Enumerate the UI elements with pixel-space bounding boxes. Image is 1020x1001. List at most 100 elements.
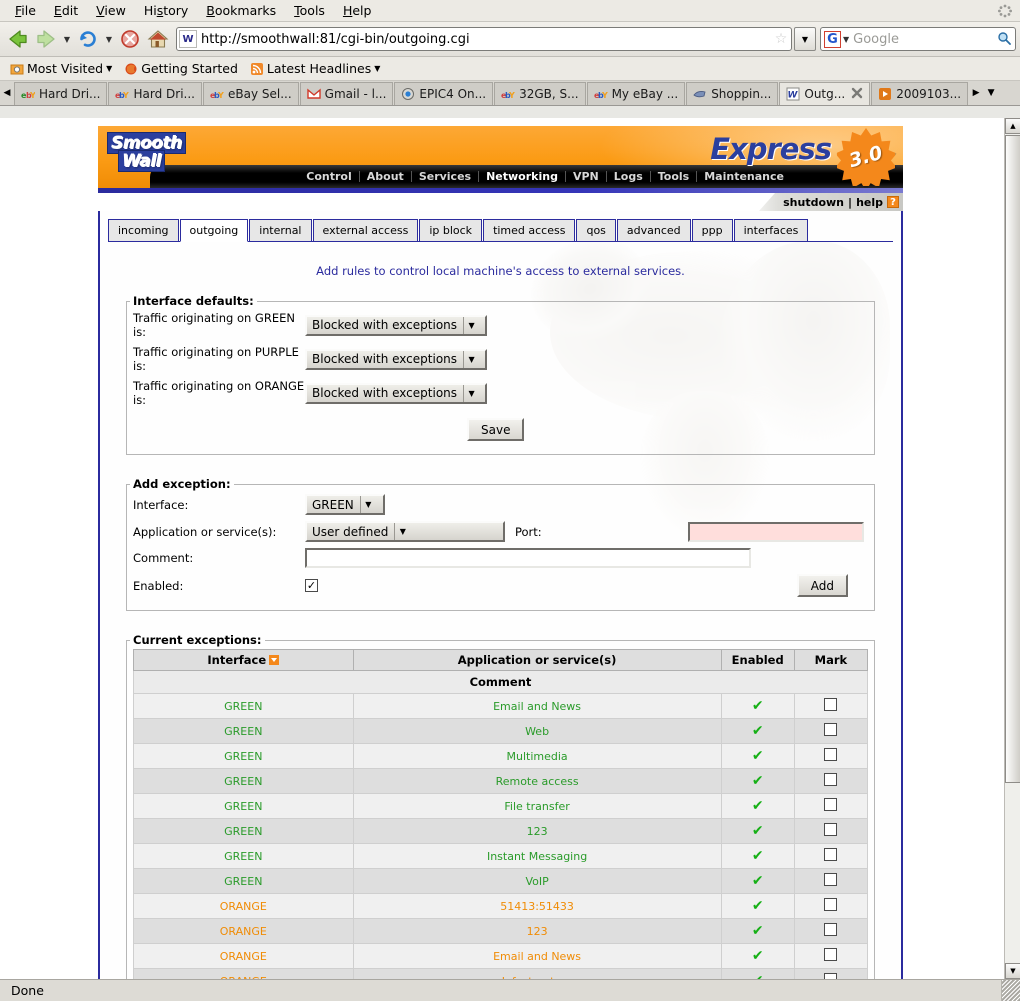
search-input[interactable]: Google (849, 32, 993, 47)
tab-ppp[interactable]: ppp (692, 219, 733, 241)
back-button[interactable] (4, 25, 32, 53)
resize-grip[interactable] (1002, 980, 1020, 1001)
page-scrollbar[interactable]: ▲ ▼ (1004, 118, 1020, 979)
menu-edit[interactable]: Edit (45, 1, 87, 20)
sort-descending-icon[interactable] (269, 655, 279, 665)
nav-networking[interactable]: Networking (479, 171, 566, 182)
orange-default-select[interactable]: Blocked with exceptions ▼ (305, 383, 487, 404)
nav-logs[interactable]: Logs (607, 171, 651, 182)
scroll-down-button[interactable]: ▼ (1005, 963, 1020, 979)
tab-scroll-left-button[interactable]: ◀ (0, 81, 14, 105)
tab-list-all-button[interactable]: ▼ (983, 81, 999, 105)
browser-tab-5[interactable]: EPIC4 On... (394, 82, 493, 105)
col-enabled[interactable]: Enabled (721, 650, 794, 671)
tab-qos[interactable]: qos (576, 219, 615, 241)
help-link[interactable]: help (856, 196, 883, 209)
mark-checkbox[interactable] (824, 848, 837, 861)
stop-button[interactable] (116, 25, 144, 53)
mark-checkbox[interactable] (824, 823, 837, 836)
mark-checkbox[interactable] (824, 723, 837, 736)
browser-tab-4[interactable]: Gmail - l... (300, 82, 394, 105)
col-mark[interactable]: Mark (794, 650, 867, 671)
browser-navbar: ▼ ▼ W http://smoothwall:81/cgi-bin/outgo… (0, 22, 1020, 57)
menu-file[interactable]: File (6, 1, 45, 20)
bookmark-star-icon[interactable]: ☆ (771, 31, 791, 47)
mark-checkbox[interactable] (824, 973, 837, 979)
add-enabled-checkbox[interactable]: ✓ (305, 579, 318, 592)
home-button[interactable] (144, 25, 172, 53)
scroll-up-button[interactable]: ▲ (1005, 118, 1020, 134)
menu-history[interactable]: History (135, 1, 197, 20)
mark-checkbox[interactable] (824, 773, 837, 786)
browser-tab-7[interactable]: ebY My eBay ... (587, 82, 686, 105)
chevron-down-icon[interactable]: ▼ (106, 64, 112, 73)
address-dropdown-button[interactable]: ▼ (794, 27, 816, 51)
forward-button[interactable] (32, 25, 60, 53)
mark-checkbox[interactable] (824, 748, 837, 761)
save-button[interactable]: Save (467, 418, 524, 441)
add-port-input[interactable] (688, 522, 864, 542)
add-button[interactable]: Add (797, 574, 848, 597)
mark-checkbox[interactable] (824, 873, 837, 886)
version-badge: 3.0 (837, 128, 895, 186)
tab-advanced[interactable]: advanced (617, 219, 691, 241)
reload-button[interactable] (74, 25, 102, 53)
col-service[interactable]: Application or service(s) (353, 650, 721, 671)
address-bar[interactable]: W http://smoothwall:81/cgi-bin/outgoing.… (176, 27, 792, 51)
bookmark-latest-headlines[interactable]: Latest Headlines ▼ (246, 60, 385, 77)
green-default-select[interactable]: Blocked with exceptions ▼ (305, 315, 487, 336)
browser-tab-9-active[interactable]: W Outg... (779, 82, 870, 105)
nav-maintenance[interactable]: Maintenance (697, 171, 791, 182)
col-interface[interactable]: Interface (134, 650, 354, 671)
menu-view[interactable]: View (87, 1, 135, 20)
browser-tab-10[interactable]: 2009103... (871, 82, 968, 105)
tab-interfaces[interactable]: interfaces (734, 219, 809, 241)
mark-checkbox[interactable] (824, 948, 837, 961)
tab-external-access[interactable]: external access (313, 219, 419, 241)
bookmark-most-visited[interactable]: Most Visited ▼ (6, 60, 116, 77)
nav-vpn[interactable]: VPN (566, 171, 607, 182)
tab-title: eBay Sel... (228, 87, 292, 101)
purple-default-select[interactable]: Blocked with exceptions ▼ (305, 349, 487, 370)
nav-history-caret[interactable]: ▼ (60, 25, 74, 53)
menu-bookmarks[interactable]: Bookmarks (197, 1, 285, 20)
browser-tab-8[interactable]: Shoppin... (686, 82, 778, 105)
chevron-down-icon[interactable]: ▼ (374, 64, 380, 73)
smoothwall-subbar: shutdown | help ? (98, 193, 903, 211)
search-bar[interactable]: G ▼ Google (820, 27, 1016, 51)
nav-control[interactable]: Control (299, 171, 359, 182)
browser-tab-6[interactable]: ebY 32GB, S... (494, 82, 586, 105)
browser-tab-2[interactable]: ebY Hard Dri... (108, 82, 201, 105)
browser-tab-1[interactable]: ebY Hard Dri... (14, 82, 107, 105)
nav-services[interactable]: Services (412, 171, 479, 182)
tab-timed-access[interactable]: timed access (483, 219, 575, 241)
menu-help[interactable]: Help (334, 1, 381, 20)
nav-tools[interactable]: Tools (651, 171, 697, 182)
page-intro-text: Add rules to control local machine's acc… (100, 242, 901, 294)
tab-internal[interactable]: internal (249, 219, 311, 241)
tab-scroll-right-button[interactable]: ▶ (969, 81, 983, 105)
shutdown-link[interactable]: shutdown (783, 196, 844, 209)
scrollbar-thumb[interactable] (1005, 135, 1020, 783)
mark-checkbox[interactable] (824, 798, 837, 811)
nav-about[interactable]: About (360, 171, 412, 182)
browser-tab-3[interactable]: ebY eBay Sel... (203, 82, 299, 105)
add-service-select[interactable]: User defined ▼ (305, 521, 505, 542)
reload-caret[interactable]: ▼ (102, 25, 116, 53)
menu-tools[interactable]: Tools (285, 1, 334, 20)
mark-checkbox[interactable] (824, 923, 837, 936)
help-icon[interactable]: ? (887, 196, 899, 208)
mark-checkbox[interactable] (824, 898, 837, 911)
add-interface-select[interactable]: GREEN ▼ (305, 494, 385, 515)
tab-incoming[interactable]: incoming (108, 219, 179, 241)
mark-checkbox[interactable] (824, 698, 837, 711)
bookmark-getting-started[interactable]: Getting Started (120, 60, 242, 77)
cell-enabled: ✔ (721, 719, 794, 744)
tab-outgoing[interactable]: outgoing (180, 219, 249, 242)
address-bar-text[interactable]: http://smoothwall:81/cgi-bin/outgoing.cg… (201, 32, 771, 47)
close-icon[interactable] (851, 87, 863, 102)
tab-ip-block[interactable]: ip block (419, 219, 482, 241)
google-engine-icon[interactable]: G (824, 31, 841, 48)
add-comment-input[interactable] (305, 548, 751, 568)
search-icon[interactable] (993, 31, 1015, 48)
